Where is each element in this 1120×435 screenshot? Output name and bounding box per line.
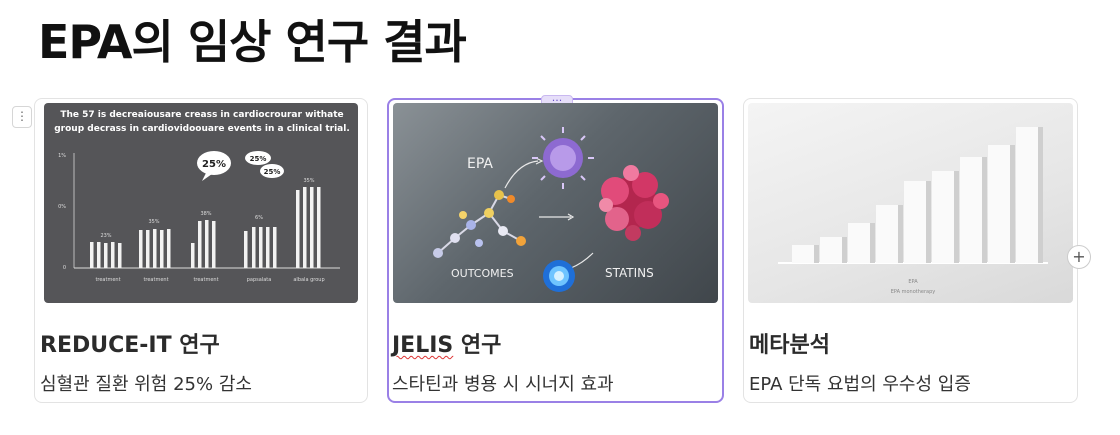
svg-text:38%: 38% — [200, 211, 211, 217]
card-title-rest: 연구 — [453, 333, 502, 358]
bar-3d — [932, 171, 959, 263]
card-image-meta-analysis: EPA EPA monotherapy — [748, 103, 1073, 303]
outcomes-label: OUTCOMES — [451, 267, 514, 280]
svg-text:35%: 35% — [148, 219, 159, 225]
molecule-illustration: EPA OUTCOMES STATINS — [433, 127, 669, 292]
bar-3d — [904, 181, 931, 263]
bar-group: 23% treatment — [90, 233, 122, 283]
svg-text:35%: 35% — [303, 178, 314, 184]
bar-3d — [876, 205, 903, 263]
speech-bubble: 25% — [245, 151, 271, 165]
bar-chart-3d-illustration: EPA EPA monotherapy — [778, 127, 1048, 295]
add-card-button[interactable]: + — [1067, 245, 1091, 269]
svg-text:treatment: treatment — [193, 277, 218, 283]
card-title: 메타분석 — [749, 333, 830, 358]
statins-label: STATINS — [605, 266, 654, 280]
card-image-jelis: EPA OUTCOMES STATINS — [393, 103, 718, 303]
y-tick: 1% — [58, 153, 66, 159]
svg-text:6%: 6% — [255, 215, 263, 221]
y-tick: 0% — [58, 204, 66, 210]
bar-chart-illustration: The 57 is decreaiousare creass in cardio… — [54, 110, 350, 283]
svg-text:treatment: treatment — [95, 277, 120, 283]
illustration-heading-1: The 57 is decreaiousare creass in cardio… — [60, 110, 343, 120]
card-title-word: JELIS — [392, 333, 454, 358]
bar-3d — [1016, 127, 1043, 263]
bar-3d — [820, 237, 847, 263]
card-jelis[interactable]: ··· EPA OUTCOMES STATINS JELIS 연구 스타틴과 병… — [387, 95, 724, 403]
bar-group: 35% albala group — [293, 178, 324, 283]
virus-icon — [532, 127, 594, 189]
page-title: EPA의 임상 연구 결과 — [38, 15, 467, 69]
epa-label: EPA — [467, 156, 493, 172]
bar-group: 38% treatment — [191, 211, 219, 283]
card-description: 심혈관 질환 위험 25% 감소 — [40, 374, 252, 395]
svg-text:23%: 23% — [100, 233, 111, 239]
x-axis-label: EPA — [908, 279, 918, 285]
card-description: 스타틴과 병용 시 시너지 효과 — [392, 374, 614, 395]
card-title: JELIS 연구 — [392, 327, 501, 359]
svg-text:treatment: treatment — [143, 277, 168, 283]
svg-text:albala group: albala group — [293, 277, 324, 283]
cell-icon — [543, 260, 575, 292]
bar-3d — [960, 157, 987, 263]
bar-3d — [792, 245, 819, 263]
speech-bubble: 25% — [260, 164, 284, 178]
protein-cluster-icon — [599, 165, 669, 241]
svg-text:25%: 25% — [202, 159, 226, 170]
card-meta-analysis[interactable]: EPA EPA monotherapy 메타분석 EPA 단독 요법의 우수성 … — [743, 98, 1078, 403]
x-axis-sublabel: EPA monotherapy — [891, 289, 936, 295]
illustration-heading-2: group decrass in cardiovidoouare events … — [54, 124, 350, 134]
bar-3d — [848, 223, 875, 263]
card-image-reduce-it: The 57 is decreaiousare creass in cardio… — [44, 103, 358, 303]
card-description: EPA 단독 요법의 우수성 입증 — [749, 374, 971, 395]
bar-group: 35% treatment — [139, 219, 171, 283]
drag-handle-icon[interactable]: ⋮ — [12, 106, 32, 128]
svg-text:25%: 25% — [264, 168, 281, 176]
bar-group: 6% papsalata — [244, 215, 277, 283]
svg-text:papsalata: papsalata — [247, 277, 272, 283]
card-title: REDUCE-IT 연구 — [40, 333, 220, 358]
bar-3d — [988, 145, 1015, 263]
speech-bubble: 25% — [197, 151, 231, 181]
y-tick: 0 — [63, 265, 66, 271]
svg-text:25%: 25% — [250, 155, 267, 163]
card-reduce-it[interactable]: The 57 is decreaiousare creass in cardio… — [34, 98, 368, 403]
